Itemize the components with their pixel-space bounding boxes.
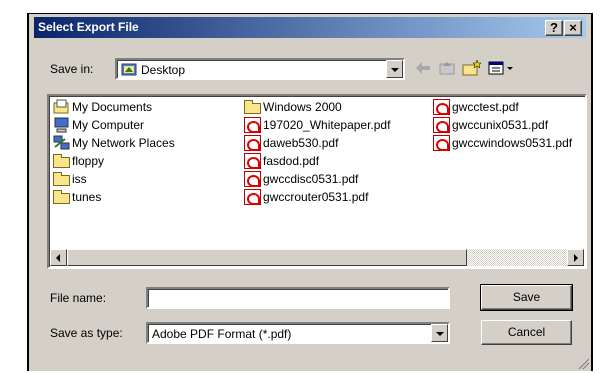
desktop-icon	[121, 63, 137, 76]
list-item[interactable]: My Documents	[53, 98, 152, 116]
up-one-level-button[interactable]	[437, 58, 459, 78]
save-in-value: Desktop	[141, 63, 186, 77]
folder-icon	[244, 100, 261, 114]
horizontal-scrollbar[interactable]	[50, 249, 584, 266]
cancel-button[interactable]: Cancel	[481, 320, 572, 345]
list-item[interactable]: gwcctest.pdf	[433, 98, 519, 116]
pdf-icon	[433, 99, 450, 115]
new-folder-button[interactable]	[461, 58, 483, 78]
save-button[interactable]: Save	[480, 284, 573, 311]
list-item[interactable]: 197020_Whitepaper.pdf	[244, 116, 390, 134]
list-item[interactable]: daweb530.pdf	[244, 134, 338, 152]
list-item[interactable]: gwccunix0531.pdf	[433, 116, 548, 134]
save-as-type-value: Adobe PDF Format (*.pdf)	[152, 327, 292, 341]
title-bar: Select Export File ? ×	[34, 17, 586, 38]
file-name-label: File name:	[50, 291, 107, 305]
scroll-right-button[interactable]	[567, 249, 584, 266]
list-item[interactable]: fasdod.pdf	[244, 152, 319, 170]
close-button[interactable]: ×	[564, 20, 582, 36]
save-in-label: Save in:	[50, 62, 94, 76]
back-button[interactable]	[413, 58, 435, 78]
file-list[interactable]: My Documents My Computer My Network Plac…	[47, 94, 587, 269]
folder-icon	[53, 190, 70, 204]
view-menu-button[interactable]	[487, 58, 517, 78]
my-computer-icon	[54, 117, 69, 133]
list-item[interactable]: tunes	[53, 188, 101, 206]
save-as-type-label: Save as type:	[50, 326, 123, 340]
save-in-combobox[interactable]: Desktop	[115, 58, 405, 80]
pdf-icon	[244, 189, 261, 205]
folder-icon	[53, 172, 70, 186]
my-documents-icon	[53, 99, 69, 114]
list-item[interactable]: gwccwindows0531.pdf	[433, 134, 572, 152]
list-item[interactable]: gwccdisc0531.pdf	[244, 170, 358, 188]
view-menu-icon	[488, 61, 513, 75]
pdf-icon	[433, 135, 450, 151]
help-button[interactable]: ?	[545, 20, 563, 36]
list-item[interactable]: Windows 2000	[244, 98, 342, 116]
pdf-icon	[244, 171, 261, 187]
scroll-left-button[interactable]	[50, 249, 67, 266]
save-as-type-dropdown-button[interactable]	[431, 324, 448, 342]
save-as-type-combobox[interactable]: Adobe PDF Format (*.pdf)	[146, 322, 450, 344]
new-folder-icon	[462, 59, 482, 76]
back-arrow-icon	[416, 62, 430, 74]
up-folder-icon	[439, 62, 455, 75]
dialog-title: Select Export File	[38, 20, 139, 34]
list-item[interactable]: My Computer	[53, 116, 144, 134]
list-item[interactable]: gwccrouter0531.pdf	[244, 188, 368, 206]
list-item[interactable]: floppy	[53, 152, 104, 170]
pdf-icon	[244, 117, 261, 133]
list-item[interactable]: My Network Places	[53, 134, 175, 152]
export-dialog: Select Export File ? × Save in: Desktop	[27, 13, 593, 371]
save-in-dropdown-button[interactable]	[386, 60, 403, 78]
list-item[interactable]: iss	[53, 170, 87, 188]
folder-icon	[53, 154, 70, 168]
pdf-icon	[244, 135, 261, 151]
resize-grip-icon[interactable]	[577, 357, 589, 369]
file-column-3: gwcctest.pdf gwccunix0531.pdf gwccwindow…	[429, 96, 585, 216]
pdf-icon	[433, 117, 450, 133]
file-name-input[interactable]	[146, 287, 450, 309]
scrollbar-thumb[interactable]	[67, 249, 467, 266]
network-places-icon	[53, 135, 70, 150]
pdf-icon	[244, 153, 261, 169]
